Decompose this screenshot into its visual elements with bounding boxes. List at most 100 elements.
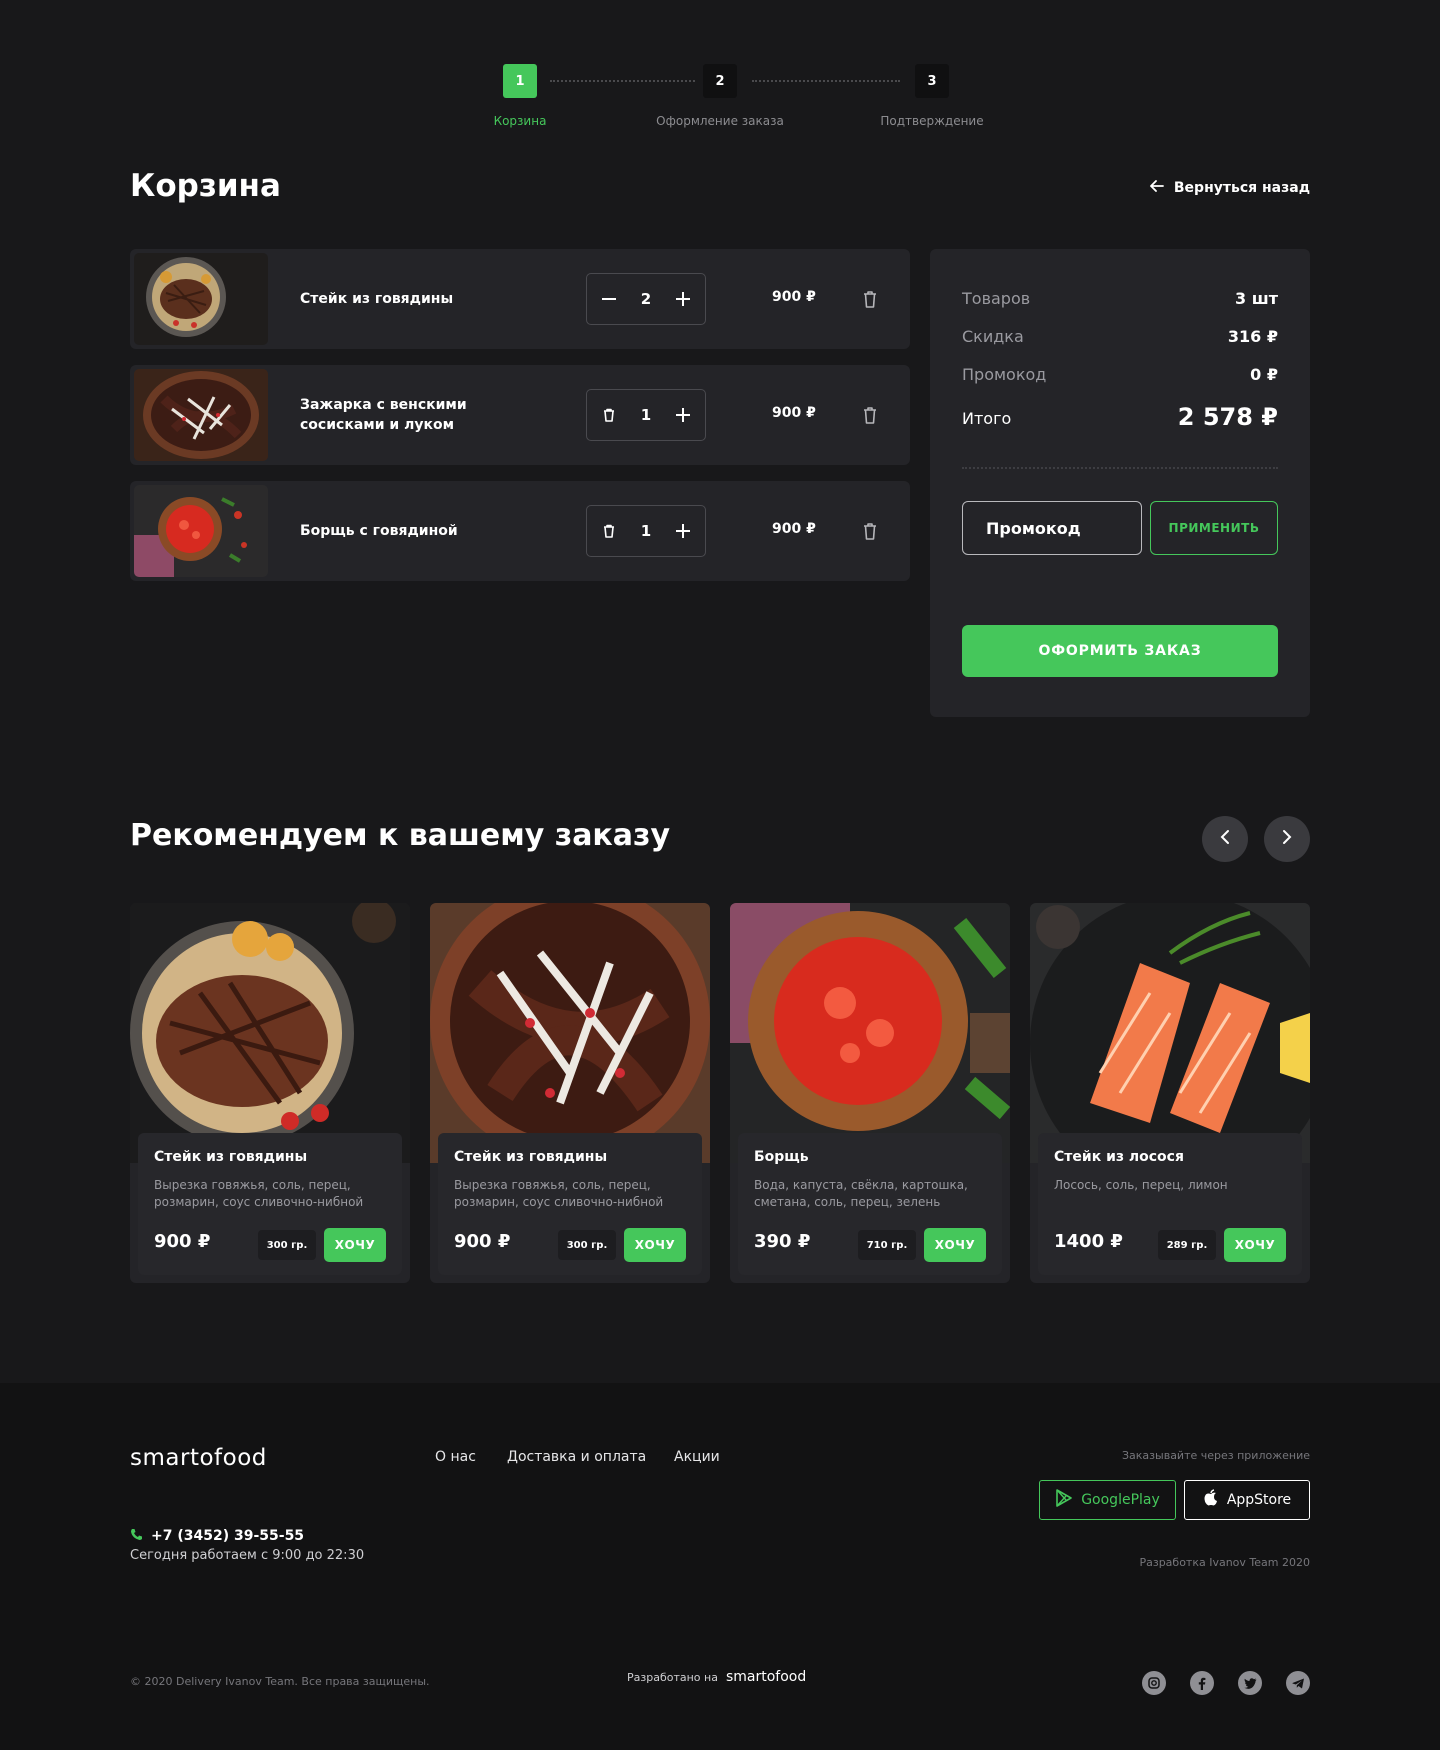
step-3-badge[interactable]: 3 <box>915 64 949 98</box>
plus-icon[interactable] <box>671 287 695 311</box>
cart-item-price: 900 ₽ <box>772 405 816 421</box>
back-link[interactable]: Вернуться назад <box>1149 180 1310 196</box>
made-on-label: Разработано на <box>627 1670 718 1684</box>
trash-icon[interactable] <box>858 519 882 543</box>
dish-description: Вырезка говяжья, соль, перец, розмарин, … <box>154 1178 364 1209</box>
trash-icon[interactable] <box>858 287 882 311</box>
step-1-badge[interactable]: 1 <box>503 64 537 98</box>
dish-weight: 289 гр. <box>1158 1230 1216 1260</box>
recommend-card[interactable]: Стейк из говядины Вырезка говяжья, соль,… <box>430 903 710 1283</box>
dev-credit: Разработка Ivanov Team 2020 <box>1139 1556 1310 1569</box>
want-button[interactable]: ХОЧУ <box>924 1228 986 1262</box>
dish-info: Стейк из говядины Вырезка говяжья, соль,… <box>138 1133 402 1275</box>
step-connector <box>550 80 695 82</box>
total-label: Итого <box>962 409 1012 428</box>
plus-icon[interactable] <box>671 519 695 543</box>
divider <box>962 467 1278 469</box>
footer-logo[interactable]: smartofood <box>130 1445 267 1471</box>
dish-weight: 710 гр. <box>858 1230 916 1260</box>
arrow-left-icon <box>1149 180 1164 196</box>
apply-promo-button[interactable]: ПРИМЕНИТЬ <box>1150 501 1278 555</box>
telegram-icon[interactable] <box>1286 1671 1310 1695</box>
dish-title: Стейк из лосося <box>1054 1149 1184 1165</box>
chevron-right-icon <box>1282 829 1292 849</box>
step-2-badge[interactable]: 2 <box>703 64 737 98</box>
apple-icon <box>1203 1489 1219 1511</box>
cart-item-image <box>134 253 268 345</box>
total-value: 2 578 ₽ <box>1177 403 1278 431</box>
plus-icon[interactable] <box>671 403 695 427</box>
step-3-label: Подтверждение <box>880 114 984 128</box>
quantity-stepper: 1 <box>586 505 706 557</box>
footer-link-about[interactable]: О нас <box>435 1449 476 1465</box>
copyright: © 2020 Delivery Ivanov Team. Все права з… <box>130 1675 430 1688</box>
quantity-value: 1 <box>640 522 652 540</box>
made-on-logo[interactable]: smartofood <box>726 1669 806 1685</box>
instagram-icon[interactable] <box>1142 1671 1166 1695</box>
footer: smartofood О нас Доставка и оплата Акции… <box>0 1383 1440 1750</box>
working-hours: Сегодня работаем с 9:00 до 22:30 <box>130 1548 365 1563</box>
discount-label: Скидка <box>962 327 1024 346</box>
place-order-button[interactable]: ОФОРМИТЬ ЗАКАЗ <box>962 625 1278 677</box>
items-count-label: Товаров <box>962 289 1031 308</box>
dish-info: Борщь Вода, капуста, свёкла, картошка, с… <box>738 1133 1002 1275</box>
cart-item-price: 900 ₽ <box>772 289 816 305</box>
recommend-card[interactable]: Стейк из говядины Вырезка говяжья, соль,… <box>130 903 410 1283</box>
recommend-card[interactable]: Стейк из лосося Лосось, соль, перец, лим… <box>1030 903 1310 1283</box>
dish-title: Стейк из говядины <box>154 1149 308 1165</box>
google-play-icon <box>1055 1489 1073 1511</box>
phone-row[interactable]: +7 (3452) 39-55-55 <box>130 1526 304 1545</box>
dish-description: Лосось, соль, перец, лимон <box>1054 1178 1228 1192</box>
google-play-button[interactable]: GooglePlay <box>1039 1480 1176 1520</box>
dish-image <box>730 903 1010 1163</box>
cart-item-name: Зажарка с венскими сосисками и луком <box>300 397 467 433</box>
recommend-card[interactable]: Борщь Вода, капуста, свёкла, картошка, с… <box>730 903 1010 1283</box>
footer-link-delivery[interactable]: Доставка и оплата <box>507 1449 646 1465</box>
carousel-prev-button[interactable] <box>1202 816 1248 862</box>
dish-price: 900 ₽ <box>454 1231 511 1252</box>
facebook-icon[interactable] <box>1190 1671 1214 1695</box>
dish-image <box>430 903 710 1163</box>
dish-title: Стейк из говядины <box>454 1149 608 1165</box>
quantity-value: 2 <box>640 290 652 308</box>
cart-item: Зажарка с венскими сосисками и луком 1 9… <box>130 365 910 465</box>
cart-item: Борщь с говядиной 1 900 ₽ <box>130 481 910 581</box>
trash-icon[interactable] <box>597 519 621 543</box>
dish-image <box>130 903 410 1163</box>
cart-item-price: 900 ₽ <box>772 521 816 537</box>
made-on: Разработано на smartofood <box>627 1669 806 1685</box>
cart-item-name: Стейк из говядины <box>300 291 454 307</box>
phone-icon <box>130 1526 143 1545</box>
twitter-icon[interactable] <box>1238 1671 1262 1695</box>
google-play-label: GooglePlay <box>1081 1492 1160 1508</box>
cart-item-image <box>134 485 268 577</box>
cart-item-name: Борщь с говядиной <box>300 523 458 539</box>
want-button[interactable]: ХОЧУ <box>324 1228 386 1262</box>
want-button[interactable]: ХОЧУ <box>1224 1228 1286 1262</box>
dish-price: 900 ₽ <box>154 1231 211 1252</box>
carousel-next-button[interactable] <box>1264 816 1310 862</box>
items-count-value: 3 шт <box>1235 289 1278 308</box>
step-2-label: Оформление заказа <box>656 114 784 128</box>
dish-price: 1400 ₽ <box>1054 1231 1123 1252</box>
promo-label: Промокод <box>962 365 1047 384</box>
page-title: Корзина <box>130 168 281 204</box>
checkout-stepper: 1 2 3 Корзина Оформление заказа Подтверж… <box>0 0 1440 140</box>
want-button[interactable]: ХОЧУ <box>624 1228 686 1262</box>
phone-number: +7 (3452) 39-55-55 <box>151 1527 305 1544</box>
trash-icon[interactable] <box>858 403 882 427</box>
promo-code-input[interactable] <box>962 501 1142 555</box>
dish-price: 390 ₽ <box>754 1231 811 1252</box>
footer-link-promo[interactable]: Акции <box>674 1449 720 1465</box>
dish-info: Стейк из говядины Вырезка говяжья, соль,… <box>438 1133 702 1275</box>
step-1-label: Корзина <box>493 114 547 128</box>
app-caption: Заказывайте через приложение <box>1122 1449 1310 1462</box>
dish-weight: 300 гр. <box>558 1230 616 1260</box>
app-store-label: AppStore <box>1226 1492 1292 1508</box>
minus-icon[interactable] <box>597 287 621 311</box>
dish-description: Вода, капуста, свёкла, картошка, сметана… <box>754 1178 968 1209</box>
trash-icon[interactable] <box>597 403 621 427</box>
promo-value: 0 ₽ <box>1250 365 1278 384</box>
order-summary: Товаров 3 шт Скидка 316 ₽ Промокод 0 ₽ И… <box>930 249 1310 717</box>
app-store-button[interactable]: AppStore <box>1184 1480 1310 1520</box>
